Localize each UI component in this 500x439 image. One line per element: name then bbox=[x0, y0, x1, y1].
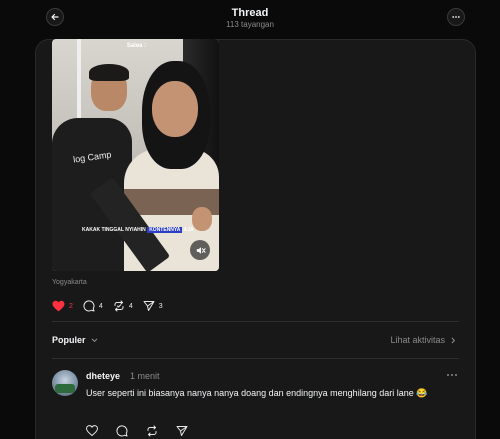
divider bbox=[52, 321, 459, 322]
activity-label: Lihat aktivitas bbox=[390, 335, 445, 345]
send-icon bbox=[176, 426, 188, 436]
chevron-down-icon bbox=[91, 338, 97, 342]
video-subtitle: KAKAK TINGGAL NYIAHIN KONTENNYA AJA bbox=[82, 227, 194, 233]
post-action-bar: 2 4 4 3 bbox=[52, 300, 173, 312]
comment-text: User seperti ini biasanya nanya nanya do… bbox=[86, 388, 428, 398]
subtitle-text: KAKAK TINGGAL NYIAHIN bbox=[82, 227, 146, 233]
repost-button[interactable]: 4 bbox=[113, 300, 133, 312]
sort-label: Populer bbox=[52, 335, 86, 345]
post-video[interactable]: log Camp Salea : KAKAK TINGGAL NYIAHIN K… bbox=[52, 39, 219, 271]
speaker-muted-icon bbox=[196, 246, 206, 254]
comment-like-button[interactable] bbox=[86, 425, 98, 437]
view-activity-link[interactable]: Lihat aktivitas bbox=[390, 335, 458, 345]
more-horizontal-icon bbox=[452, 16, 460, 18]
avatar[interactable] bbox=[52, 370, 78, 396]
comment-bubble-icon bbox=[83, 300, 95, 312]
like-count: 2 bbox=[69, 302, 73, 310]
page-title: Thread bbox=[231, 7, 269, 19]
more-horizontal-icon bbox=[447, 374, 457, 376]
top-bar: Thread 113 tayangan bbox=[0, 0, 500, 38]
like-button[interactable]: 2 bbox=[52, 300, 73, 312]
divider bbox=[52, 358, 459, 359]
sort-dropdown[interactable]: Populer bbox=[52, 335, 99, 345]
subtitle-suffix: AJA bbox=[183, 227, 194, 233]
comment-username[interactable]: dheteye bbox=[86, 371, 120, 381]
comment-reply-button[interactable] bbox=[116, 425, 128, 437]
post-location[interactable]: Yogyakarta bbox=[52, 279, 87, 286]
comment-repost-button[interactable] bbox=[146, 425, 158, 437]
comment-timestamp: 1 menit bbox=[130, 371, 160, 381]
video-caption-top: Salea : bbox=[126, 43, 147, 49]
repost-icon bbox=[114, 300, 124, 312]
comment-share-button[interactable] bbox=[176, 425, 188, 437]
comment-bubble-icon bbox=[116, 425, 128, 437]
comment-action-bar bbox=[86, 425, 206, 437]
more-options-button[interactable] bbox=[447, 8, 465, 26]
heart-filled-icon bbox=[52, 300, 65, 312]
share-button[interactable]: 3 bbox=[143, 300, 163, 312]
subtitle-highlight: KONTENNYA bbox=[147, 227, 183, 233]
heart-icon bbox=[86, 425, 98, 436]
share-count: 3 bbox=[158, 302, 163, 310]
comment-more-options-button[interactable] bbox=[446, 370, 458, 381]
view-count: 113 tayangan bbox=[226, 20, 274, 29]
send-icon bbox=[143, 301, 155, 311]
repost-count: 4 bbox=[128, 302, 133, 310]
person-right-face bbox=[152, 81, 198, 137]
person-left-hair bbox=[89, 64, 129, 81]
repost-icon bbox=[147, 425, 157, 437]
reply-button[interactable]: 4 bbox=[83, 300, 103, 312]
chevron-right-icon bbox=[451, 337, 456, 343]
mute-button[interactable] bbox=[190, 240, 210, 260]
person-right-hand bbox=[192, 207, 212, 231]
reply-count: 4 bbox=[98, 302, 103, 310]
